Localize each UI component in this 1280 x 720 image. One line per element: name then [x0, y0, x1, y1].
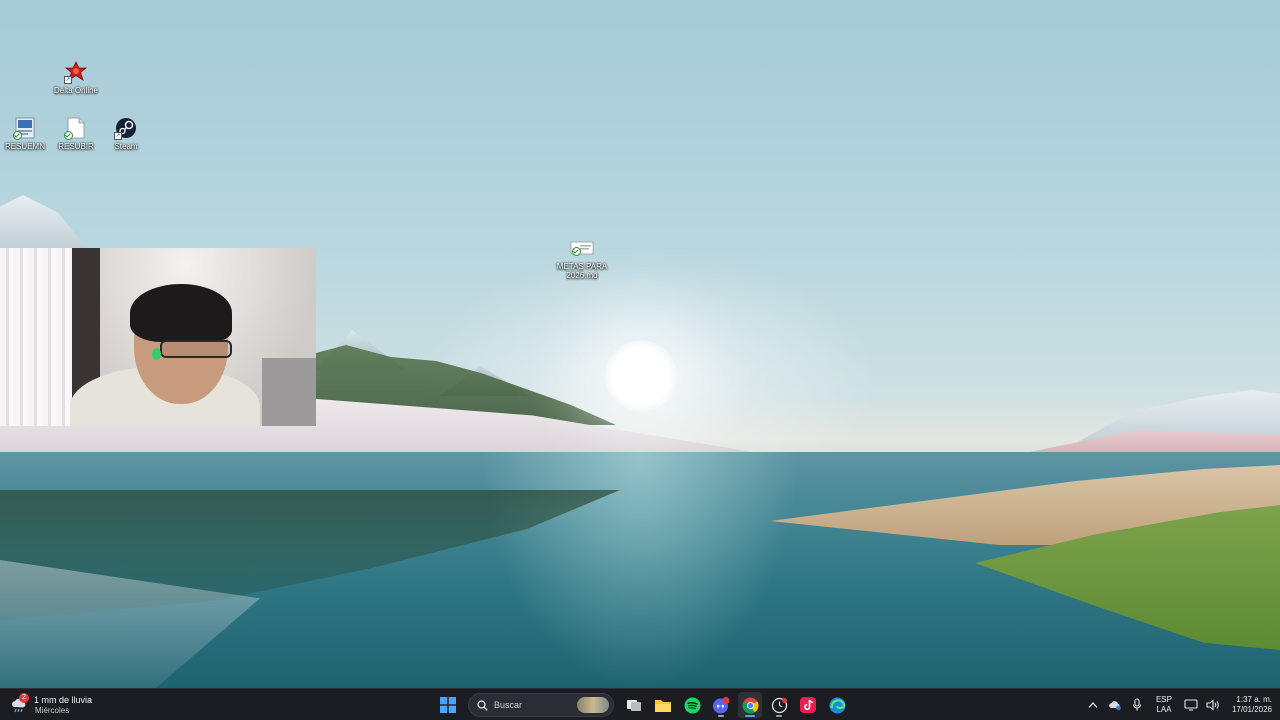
- onedrive-tray-button[interactable]: [1108, 698, 1122, 712]
- sync-ok-icon: [572, 247, 581, 256]
- desktop-icon-delta-online[interactable]: ↗ Delta Online: [44, 60, 108, 95]
- rain-cloud-icon: 2: [10, 693, 29, 714]
- webcam-person-glasses: [160, 340, 232, 358]
- tiktok-button[interactable]: [796, 692, 820, 718]
- edge-icon: [829, 697, 845, 713]
- desktop-icon-label: RESUBIR: [58, 142, 94, 151]
- task-view-icon: [627, 700, 641, 711]
- language-code: ESP: [1155, 695, 1172, 704]
- document-image-icon: [13, 116, 37, 140]
- clock-app-icon: [771, 697, 787, 713]
- discord-button[interactable]: [709, 692, 733, 718]
- clock-app-button[interactable]: [767, 692, 791, 718]
- discord-icon: [713, 696, 730, 713]
- hill-right: [1020, 430, 1280, 454]
- desktop-icon-metas-para-2026[interactable]: METAS PARA 2026.md: [550, 236, 614, 280]
- sync-ok-icon: [64, 131, 73, 140]
- active-indicator: [745, 715, 755, 717]
- desktop-icon-label: RESUEMN: [4, 142, 45, 151]
- desktop-icon-label: Steam: [114, 142, 138, 151]
- weather-day: Miércoles: [35, 705, 70, 715]
- search-highlight-image: [577, 697, 609, 713]
- steam-icon: ↗: [114, 116, 138, 140]
- network-icon: [1184, 699, 1198, 711]
- search-placeholder: Buscar: [494, 700, 523, 710]
- windows-logo-icon: [440, 697, 456, 713]
- show-hidden-icons-button[interactable]: [1086, 698, 1100, 712]
- webcam-curtain: [0, 248, 72, 426]
- search-icon: [477, 699, 488, 711]
- weather-condition: 1 mm de lluvia: [34, 694, 93, 705]
- spotify-button[interactable]: [680, 692, 704, 718]
- sync-ok-icon: [13, 131, 22, 140]
- taskbar-search[interactable]: Buscar: [468, 693, 614, 717]
- webcam-earbud: [152, 348, 161, 360]
- desktop-icon-label: Delta Online: [53, 86, 99, 95]
- volume-tray-button[interactable]: [1206, 698, 1220, 712]
- delta-online-icon: ↗: [64, 60, 88, 84]
- markdown-file-icon: [570, 236, 594, 260]
- keyboard-layout: LAA: [1156, 705, 1172, 714]
- taskbar-clock[interactable]: 1:37 a. m. 17/01/2026: [1232, 695, 1272, 715]
- microphone-tray-button[interactable]: [1130, 698, 1144, 712]
- cloud-sync-icon: [1109, 701, 1121, 711]
- clock-time: 1:37 a. m.: [1236, 695, 1272, 704]
- tiktok-icon: [800, 697, 816, 713]
- running-indicator: [776, 715, 782, 717]
- file-explorer-button[interactable]: [651, 692, 675, 718]
- weather-widget[interactable]: 2 1 mm de lluvia Miércoles: [10, 689, 92, 720]
- webcam-overlay: [0, 248, 316, 426]
- spotify-icon: [684, 697, 700, 713]
- lake-shine: [480, 452, 800, 688]
- input-language-indicator[interactable]: ESP LAA: [1156, 695, 1172, 715]
- sun: [605, 340, 677, 412]
- weather-alert-badge: 2: [19, 693, 29, 703]
- chrome-icon: [742, 697, 758, 713]
- document-icon: [64, 116, 88, 140]
- running-indicator: [718, 715, 724, 717]
- edge-button[interactable]: [825, 692, 849, 718]
- network-tray-button[interactable]: [1184, 698, 1198, 712]
- taskbar-apps: Buscar: [436, 689, 849, 720]
- microphone-icon: [1132, 698, 1141, 711]
- webcam-shelf: [262, 358, 316, 426]
- system-tray: ESP LAA 1:37 a. m. 17/01/2026: [1086, 689, 1272, 720]
- desktop-icon-steam[interactable]: ↗ Steam: [94, 116, 158, 151]
- webcam-person-hair: [130, 284, 232, 342]
- start-button[interactable]: [436, 692, 460, 718]
- desktop-icon-label: METAS PARA 2026.md: [556, 262, 608, 280]
- clock-date: 17/01/2026: [1231, 705, 1272, 714]
- task-view-button[interactable]: [622, 692, 646, 718]
- taskbar: 2 1 mm de lluvia Miércoles Buscar ESP LA…: [0, 688, 1280, 720]
- chevron-up-icon: [1088, 702, 1098, 708]
- speaker-icon: [1206, 699, 1219, 711]
- folder-icon: [655, 699, 671, 712]
- chrome-button[interactable]: [738, 692, 762, 718]
